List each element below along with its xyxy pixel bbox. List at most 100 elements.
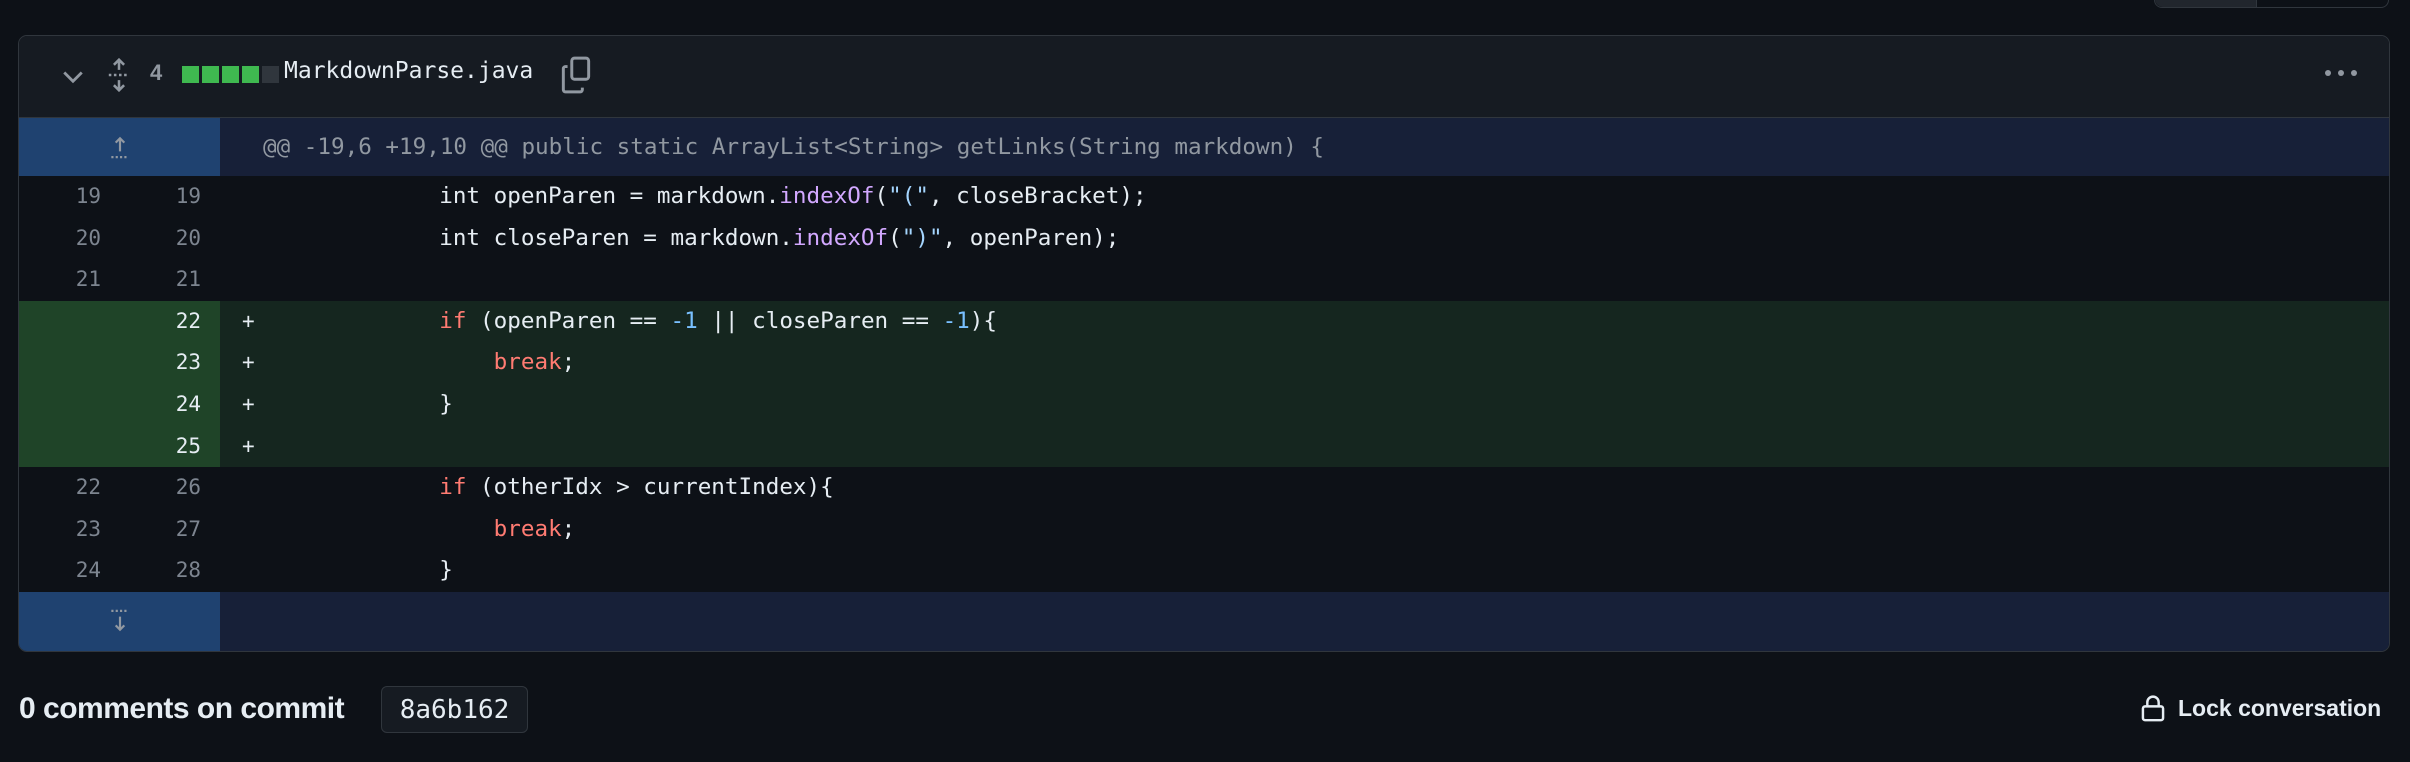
diff-marker: [220, 550, 276, 592]
code-token-str: "(": [888, 183, 929, 209]
code-token-str: ")": [901, 224, 943, 251]
line-number-gutter: 24: [19, 383, 220, 426]
diff-row-context: 19 19 int openParen = markdown.indexOf("(…: [19, 176, 2389, 218]
diff-marker: [220, 259, 276, 301]
chevron-down-icon[interactable]: [59, 62, 87, 90]
code-line: }: [276, 550, 2389, 592]
file-diff: 4 MarkdownParse.java @@ -19,6 +19,10 @@ …: [18, 35, 2390, 652]
diff-marker: [220, 176, 276, 218]
diffstat-square-add: [202, 66, 219, 83]
new-line-number[interactable]: 20: [101, 218, 201, 260]
diffstat-square-add: [222, 66, 239, 83]
expand-up-button[interactable]: [19, 118, 220, 176]
code-token-txt: }: [276, 557, 453, 584]
code-line: int openParen = markdown.indexOf("(", cl…: [276, 176, 2389, 218]
code-token-txt: (otherIdx > currentIndex){: [466, 474, 834, 501]
code-token-txt: (: [888, 224, 902, 251]
diffstat: [182, 66, 279, 83]
kebab-horizontal-icon[interactable]: [2323, 66, 2359, 80]
code-token-txt: int closeParen = markdown.: [276, 224, 793, 251]
diff-row-context: 21 21: [19, 259, 2389, 301]
code-token-kw: if: [439, 474, 467, 501]
new-line-number[interactable]: 19: [101, 176, 201, 218]
new-line-number[interactable]: 27: [101, 509, 201, 551]
new-line-number[interactable]: 24: [101, 384, 201, 426]
diff-marker: +: [220, 342, 276, 384]
new-line-number[interactable]: 21: [101, 259, 201, 301]
line-number-gutter: 24 28: [19, 550, 220, 592]
diffstat-square-neutral: [262, 66, 279, 83]
old-line-number[interactable]: 21: [19, 259, 101, 301]
old-line-number[interactable]: [19, 301, 101, 343]
diff-row-addition: 25 +: [19, 425, 2389, 468]
code-line: if (openParen == -1 || closeParen == -1)…: [276, 300, 2389, 343]
code-token-kw: break: [493, 515, 562, 542]
expand-down-spacer: [220, 591, 2389, 651]
code-token-num: -1: [670, 307, 698, 334]
code-line: [276, 425, 2389, 468]
diff-row-context: 24 28 }: [19, 550, 2389, 592]
hunk-header-row: @@ -19,6 +19,10 @@ public static ArrayLi…: [19, 118, 2389, 176]
old-line-number[interactable]: [19, 426, 101, 468]
code-line: int closeParen = markdown.indexOf(")", o…: [276, 218, 2389, 260]
code-token-fn: indexOf: [779, 183, 875, 209]
diff-row-context: 20 20 int closeParen = markdown.indexOf("…: [19, 218, 2389, 260]
view-toggle-left[interactable]: [2155, 0, 2257, 7]
lock-conversation-button[interactable]: Lock conversation: [2140, 693, 2381, 723]
diff-marker: +: [220, 383, 276, 426]
code-token-num: -1: [942, 307, 970, 334]
diff-marker: +: [220, 300, 276, 343]
line-number-gutter: 19 19: [19, 176, 220, 218]
old-line-number[interactable]: 20: [19, 218, 101, 260]
diff-row-context: 22 26 if (otherIdx > currentIndex){: [19, 467, 2389, 509]
diffstat-square-add: [182, 66, 199, 83]
code-token-txt: , closeBracket);: [928, 183, 1147, 209]
diff-marker: +: [220, 425, 276, 468]
view-toggle-button-group[interactable]: [2154, 0, 2389, 8]
code-token-kw: break: [493, 349, 562, 376]
comments-heading: 0 comments on commit: [19, 692, 345, 725]
code-token-txt: , openParen);: [942, 224, 1120, 251]
expand-down-row: [19, 591, 2389, 651]
code-token-txt: ;: [561, 349, 576, 376]
code-token-kw: if: [439, 307, 467, 334]
diff-row-addition: 24 + }: [19, 383, 2389, 426]
new-line-number[interactable]: 28: [101, 550, 201, 592]
code-token-fn: indexOf: [792, 224, 889, 251]
copy-icon[interactable]: [559, 56, 593, 94]
hunk-header: @@ -19,6 +19,10 @@ public static ArrayLi…: [220, 118, 2389, 176]
old-line-number[interactable]: [19, 384, 101, 426]
old-line-number[interactable]: 23: [19, 509, 101, 551]
code-token-txt: }: [276, 390, 453, 417]
code-line: break;: [276, 509, 2389, 551]
unfold-icon[interactable]: [105, 58, 133, 92]
code-token-txt: ;: [561, 515, 576, 542]
code-line: break;: [276, 342, 2389, 384]
commit-sha-badge[interactable]: 8a6b162: [381, 686, 528, 733]
new-line-number[interactable]: 22: [101, 301, 201, 343]
old-line-number[interactable]: 19: [19, 176, 101, 218]
code-line: if (otherIdx > currentIndex){: [276, 467, 2389, 509]
code-line: }: [276, 383, 2389, 426]
diff-row-addition: 23 + break;: [19, 342, 2389, 384]
old-line-number[interactable]: 22: [19, 467, 101, 509]
file-name[interactable]: MarkdownParse.java: [284, 58, 533, 84]
expand-down-icon: [110, 610, 129, 632]
new-line-number[interactable]: 26: [101, 467, 201, 509]
diff-table: @@ -19,6 +19,10 @@ public static ArrayLi…: [19, 118, 2389, 651]
old-line-number[interactable]: [19, 342, 101, 384]
expand-down-button[interactable]: [19, 591, 220, 651]
diff-row-context: 23 27 break;: [19, 509, 2389, 551]
new-line-number[interactable]: 25: [101, 426, 201, 468]
code-token-txt: int openParen = markdown.: [276, 183, 780, 209]
line-number-gutter: 25: [19, 425, 220, 468]
file-header: 4 MarkdownParse.java: [19, 36, 2389, 118]
old-line-number[interactable]: 24: [19, 550, 101, 592]
changes-count: 4: [150, 60, 163, 85]
diff-marker: [220, 218, 276, 260]
new-line-number[interactable]: 23: [101, 342, 201, 384]
line-number-gutter: 22 26: [19, 467, 220, 509]
